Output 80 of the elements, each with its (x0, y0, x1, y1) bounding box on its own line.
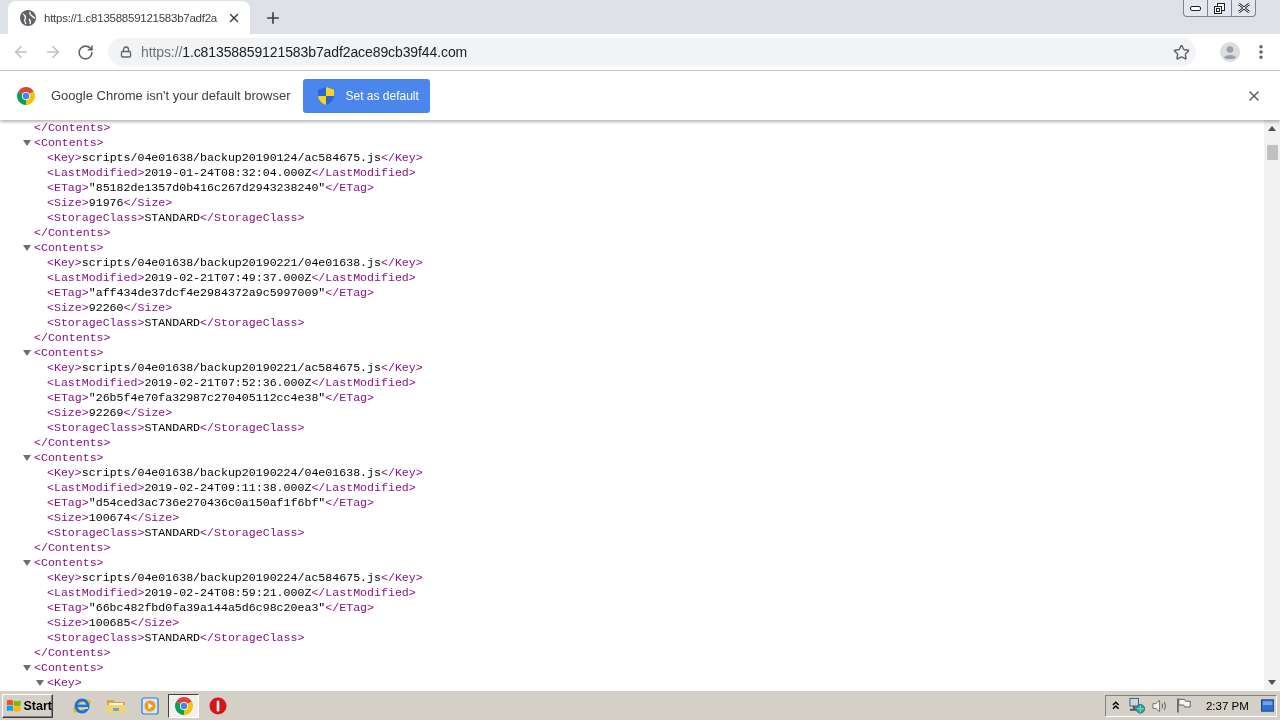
xml-line: </Contents> (34, 120, 111, 135)
star-icon[interactable] (1173, 43, 1190, 61)
play-icon (140, 696, 159, 715)
xml-line: <Contents> (34, 345, 104, 360)
minimize-icon (1190, 5, 1201, 11)
xml-line: <StorageClass>STANDARD</StorageClass> (47, 420, 305, 435)
xml-line: <LastModified>2019-02-21T07:52:36.000Z</LastModified> (47, 375, 416, 390)
close-button[interactable] (1231, 0, 1256, 17)
profile-avatar-icon[interactable] (1220, 42, 1240, 62)
taskbar-button[interactable] (168, 693, 199, 718)
xml-line: <LastModified>2019-02-24T09:11:38.000Z</LastModified> (47, 480, 416, 495)
xml-line: <ETag>"66bc482fbd0fa39a144a5d6c98c20ea3"</ETag> (47, 600, 374, 615)
xml-line: <Key>scripts/04e01638/backup20190221/04e01638.js</Key> (47, 255, 423, 270)
xml-line: <StorageClass>STANDARD</StorageClass> (47, 525, 305, 540)
expanded-triangle-icon[interactable] (36, 678, 44, 687)
xml-line: <Size>91976</Size> (47, 195, 173, 210)
close-icon (1237, 3, 1250, 13)
xml-line: <StorageClass>STANDARD</StorageClass> (47, 630, 305, 645)
xml-line: <LastModified>2019-02-21T07:49:37.000Z</LastModified> (47, 270, 416, 285)
expanded-triangle-icon[interactable] (23, 453, 31, 462)
chevron-up-icon[interactable] (1112, 701, 1120, 710)
expanded-triangle-icon[interactable] (23, 243, 31, 252)
infobar-message: Google Chrome isn't your default browser (51, 88, 291, 103)
chrome-logo-icon (17, 86, 35, 105)
shield-icon (318, 86, 335, 105)
xml-line: <Contents> (34, 240, 104, 255)
xml-line: <LastModified>2019-02-24T08:59:21.000Z</LastModified> (47, 585, 416, 600)
xml-line: <Size>92269</Size> (47, 405, 173, 420)
expanded-triangle-icon[interactable] (23, 138, 31, 147)
xml-line: </Contents> (34, 330, 111, 345)
globe-icon (20, 9, 36, 26)
exclamation-circle-icon (208, 696, 227, 715)
reload-icon[interactable] (76, 43, 94, 61)
scroll-up-icon[interactable] (1268, 125, 1276, 131)
show-desktop-icon[interactable] (1260, 699, 1274, 712)
flag-icon[interactable] (1175, 697, 1191, 714)
tab-title: https://1.c81358859121583b7adf2a (44, 11, 218, 24)
xml-line: </Contents> (34, 225, 111, 240)
xml-line: <StorageClass>STANDARD</StorageClass> (47, 210, 305, 225)
expanded-triangle-icon[interactable] (23, 348, 31, 357)
address-bar[interactable]: https://1.c81358859121583b7adf2ace89cb39f44.com (108, 38, 1196, 66)
scrollbar[interactable] (1264, 120, 1280, 690)
expanded-triangle-icon[interactable] (23, 663, 31, 672)
xml-line: <Key> (47, 675, 82, 690)
xml-line: </Contents> (34, 435, 111, 450)
network-icon[interactable] (1128, 697, 1145, 714)
xml-line: <LastModified>2019-01-24T08:32:04.000Z</LastModified> (47, 165, 416, 180)
xml-line: </Contents> (34, 645, 111, 660)
flag-logo-icon (6, 697, 22, 714)
minimize-button[interactable] (1183, 0, 1208, 17)
xml-line: <Key>scripts/04e01638/backup20190224/04e01638.js</Key> (47, 465, 423, 480)
browser-tab[interactable]: https://1.c81358859121583b7adf2a (8, 1, 250, 34)
xml-line: <Key>scripts/04e01638/backup20190224/ac584675.js</Key> (47, 570, 423, 585)
xml-line: <Size>92260</Size> (47, 300, 173, 315)
xml-line: <Contents> (34, 135, 104, 150)
lock-icon (120, 46, 132, 58)
start-button[interactable]: Start (2, 693, 53, 718)
restore-icon (1214, 2, 1225, 14)
xml-line: <Key>scripts/04e01638/backup20190221/ac584675.js</Key> (47, 360, 423, 375)
xml-line: <ETag>"aff434de37dcf4e2984372a9c5997009"</ETag> (47, 285, 374, 300)
scrollbar-thumb[interactable] (1266, 145, 1278, 160)
xml-line: <Contents> (34, 555, 104, 570)
xml-line: <ETag>"26b5f4e70fa32987c270405112cc4e38"</ETag> (47, 390, 374, 405)
xml-line: <Size>100674</Size> (47, 510, 180, 525)
clock[interactable]: 2:37 PM (1205, 699, 1249, 712)
speaker-icon[interactable] (1151, 697, 1168, 714)
xml-line: <StorageClass>STANDARD</StorageClass> (47, 315, 305, 330)
xml-line: <Size>100685</Size> (47, 615, 180, 630)
scroll-down-icon[interactable] (1268, 679, 1276, 685)
xml-line: </Contents> (34, 540, 111, 555)
set-default-button[interactable]: Set as default (303, 78, 431, 113)
restore-button[interactable] (1207, 0, 1232, 17)
xml-line: <Contents> (34, 660, 104, 675)
url-text: https://1.c81358859121583b7adf2ace89cb39f44.com (141, 44, 468, 60)
xml-line: <Contents> (34, 450, 104, 465)
xml-line: <ETag>"85182de1357d0b416c267d2943238240"</ETag> (47, 180, 374, 195)
xml-line: <Key>scripts/04e01638/backup20190124/ac584675.js</Key> (47, 150, 423, 165)
chrome-logo-icon (174, 696, 193, 715)
expanded-triangle-icon[interactable] (23, 558, 31, 567)
xml-line: <ETag>"d54ced3ac736e270436c0a150af1f6bf"</ETag> (47, 495, 374, 510)
